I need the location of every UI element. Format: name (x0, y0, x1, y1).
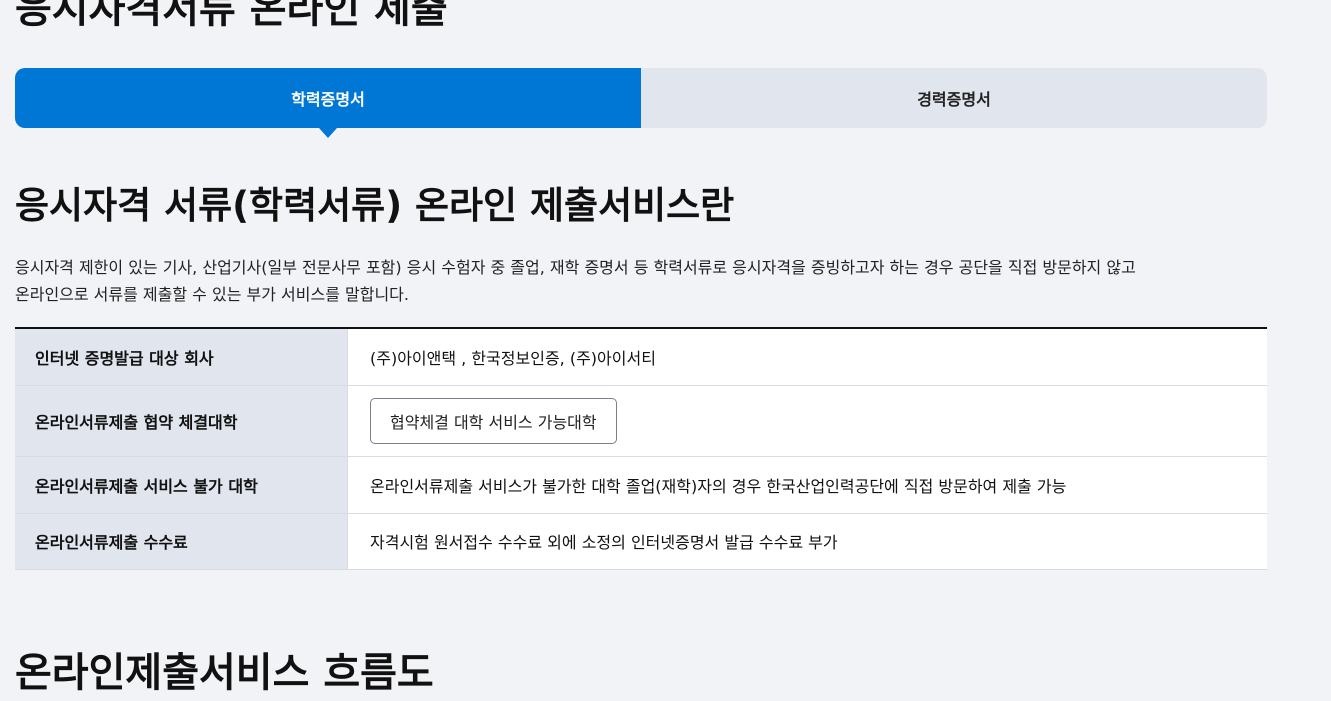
row-value-cert-company: (주)아이앤택 , 한국정보인증, (주)아이서티 (347, 328, 1267, 386)
partner-universities-button[interactable]: 협약체결 대학 서비스 가능대학 (370, 397, 617, 444)
section-title: 응시자격 서류(학력서류) 온라인 제출서비스란 (15, 184, 735, 227)
row-header-cert-company: 인터넷 증명발급 대상 회사 (15, 328, 348, 386)
intro-line: 온라인으로 서류를 제출할 수 있는 부가 서비스를 말합니다. (15, 285, 409, 304)
row-value-unavailable-universities: 온라인서류제출 서비스가 불가한 대학 졸업(재학)자의 경우 한국산업인력공단… (347, 456, 1267, 514)
table-row: 인터넷 증명발급 대상 회사 (주)아이앤택 , 한국정보인증, (주)아이서티 (15, 328, 1267, 386)
table-row: 온라인서류제출 협약 체결대학 협약체결 대학 서비스 가능대학 (15, 385, 1267, 457)
table-row: 온라인서류제출 서비스 불가 대학 온라인서류제출 서비스가 불가한 대학 졸업… (15, 456, 1267, 514)
row-header-unavailable-universities: 온라인서류제출 서비스 불가 대학 (15, 456, 348, 514)
table-row: 온라인서류제출 수수료 자격시험 원서접수 수수료 외에 소정의 인터넷증명서 … (15, 513, 1267, 570)
row-value-partner-universities: 협약체결 대학 서비스 가능대학 (347, 385, 1267, 457)
info-table: 인터넷 증명발급 대상 회사 (주)아이앤택 , 한국정보인증, (주)아이서티… (15, 327, 1267, 570)
intro-text: 응시자격 제한이 있는 기사, 산업기사(일부 전문사무 포함) 응시 수험자 … (15, 254, 1255, 308)
tab-bar: 학력증명서 경력증명서 (15, 68, 1267, 138)
tab-career-certificate[interactable]: 경력증명서 (641, 68, 1267, 128)
tab-education-certificate[interactable]: 학력증명서 (15, 68, 641, 138)
row-header-partner-universities: 온라인서류제출 협약 체결대학 (15, 385, 348, 457)
flow-title: 온라인제출서비스 흐름도 (15, 650, 434, 696)
intro-line: 응시자격 제한이 있는 기사, 산업기사(일부 전문사무 포함) 응시 수험자 … (15, 258, 1136, 277)
row-value-fee: 자격시험 원서접수 수수료 외에 소정의 인터넷증명서 발급 수수료 부가 (347, 513, 1267, 570)
row-header-fee: 온라인서류제출 수수료 (15, 513, 348, 570)
page-title: 응시자격서류 온라인 제출 (15, 0, 448, 32)
